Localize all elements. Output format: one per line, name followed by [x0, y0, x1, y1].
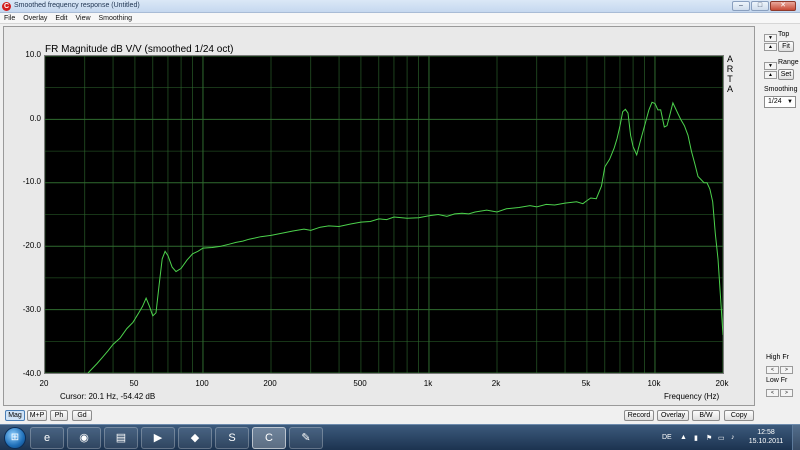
y-tick-label: -10.0: [22, 177, 41, 186]
arta-task-icon[interactable]: C: [252, 427, 286, 449]
phase-button[interactable]: Ph: [50, 410, 68, 421]
arta-label-letter: T: [727, 74, 733, 84]
menu-view[interactable]: View: [71, 13, 94, 23]
monitor-icon[interactable]: ▭: [718, 434, 725, 442]
x-tick-label: 500: [353, 379, 367, 388]
top-label: Top: [778, 31, 790, 38]
menu-overlay[interactable]: Overlay: [19, 13, 51, 23]
x-tick-label: 20: [39, 379, 49, 388]
internet-explorer-icon[interactable]: e: [30, 427, 64, 449]
y-tick-label: -40.0: [22, 369, 41, 378]
arta-label-letter: A: [726, 84, 733, 94]
x-tick-label: 100: [195, 379, 209, 388]
menu-bar: File Overlay Edit View Smoothing: [0, 13, 800, 24]
copy-button[interactable]: Copy: [724, 410, 754, 421]
mag-phase-button[interactable]: M+P: [27, 410, 47, 421]
range-label: Range: [778, 59, 799, 66]
media-player-icon[interactable]: ▶: [141, 427, 175, 449]
folder-icon[interactable]: ▤: [104, 427, 138, 449]
high-fr-label: High Fr: [766, 354, 789, 361]
clock-date: 15.10.2011: [748, 438, 784, 445]
volume-icon[interactable]: ♪: [731, 434, 735, 441]
flag-icon[interactable]: ⚑: [706, 434, 712, 442]
low-fr-left-button[interactable]: <: [766, 389, 779, 397]
x-tick-label: 1k: [423, 379, 433, 388]
language-indicator[interactable]: DE: [662, 434, 672, 441]
x-tick-label: 2k: [491, 379, 501, 388]
firefox-icon[interactable]: ◉: [67, 427, 101, 449]
clock-time: 12:58: [757, 429, 775, 436]
y-tick-label: -30.0: [22, 305, 41, 314]
arta-label-letter: R: [726, 64, 734, 74]
high-fr-right-button[interactable]: >: [780, 366, 793, 374]
y-tick-label: -20.0: [22, 241, 41, 250]
menu-smoothing[interactable]: Smoothing: [95, 13, 136, 23]
player-icon[interactable]: ◆: [178, 427, 212, 449]
plot-area[interactable]: [44, 55, 724, 374]
y-tick-label: 10.0: [25, 50, 41, 59]
clock[interactable]: 12:58 15.10.2011: [748, 428, 784, 446]
smoothing-select[interactable]: 1/24 ▼: [764, 96, 796, 108]
chart-title: FR Magnitude dB V/V (smoothed 1/24 oct): [45, 44, 234, 55]
y-tick-label: 0.0: [29, 114, 41, 123]
set-button[interactable]: Set: [778, 69, 794, 80]
window-controls: – □ ✕: [731, 1, 796, 11]
minimize-button[interactable]: –: [732, 1, 750, 11]
tray-arrow-icon[interactable]: ▲: [680, 434, 687, 441]
chevron-down-icon: ▼: [787, 99, 793, 105]
skype-icon[interactable]: S: [215, 427, 249, 449]
close-button[interactable]: ✕: [770, 1, 796, 11]
x-tick-label: 20k: [715, 379, 729, 388]
smoothing-value: 1/24: [768, 98, 782, 105]
low-fr-label: Low Fr: [766, 377, 788, 384]
top-down-button[interactable]: ▼: [764, 34, 777, 42]
series-line: [87, 101, 723, 373]
arta-label-letter: A: [726, 54, 733, 64]
range-up-button[interactable]: ▲: [764, 71, 777, 79]
record-button[interactable]: Record: [624, 410, 654, 421]
title-bar: C Smoothed frequency response (Untitled)…: [0, 0, 800, 13]
plot-panel: FR Magnitude dB V/V (smoothed 1/24 oct) …: [3, 26, 755, 406]
frequency-response-chart: [45, 56, 723, 373]
group-delay-button[interactable]: Gd: [72, 410, 92, 421]
bw-button[interactable]: B/W: [692, 410, 720, 421]
start-button[interactable]: ⊞: [4, 427, 26, 449]
window-title: Smoothed frequency response (Untitled): [14, 2, 140, 9]
fit-button[interactable]: Fit: [778, 41, 794, 52]
overlay-button[interactable]: Overlay: [657, 410, 689, 421]
show-desktop-button[interactable]: [792, 425, 800, 450]
app-window: C Smoothed frequency response (Untitled)…: [0, 0, 800, 450]
taskbar: ⊞ e ◉ ▤ ▶ ◆ S C ✎ DE ▲ ▮ ⚑ ▭ ♪ 12:58 15.…: [0, 424, 800, 450]
x-axis-label: Frequency (Hz): [664, 392, 720, 401]
menu-file[interactable]: File: [0, 13, 19, 23]
mag-button[interactable]: Mag: [5, 410, 25, 421]
x-tick-label: 5k: [581, 379, 591, 388]
arta-app-icon[interactable]: C: [2, 2, 11, 11]
x-tick-label: 50: [129, 379, 139, 388]
maximize-button[interactable]: □: [751, 1, 769, 11]
high-fr-left-button[interactable]: <: [766, 366, 779, 374]
cursor-readout: Cursor: 20.1 Hz, -54.42 dB: [60, 392, 156, 401]
low-fr-right-button[interactable]: >: [780, 389, 793, 397]
x-tick-label: 200: [263, 379, 277, 388]
x-tick-label: 10k: [647, 379, 661, 388]
menu-edit[interactable]: Edit: [51, 13, 71, 23]
smoothing-label: Smoothing: [764, 86, 798, 93]
range-down-button[interactable]: ▼: [764, 62, 777, 70]
top-up-button[interactable]: ▲: [764, 43, 777, 51]
paint-icon[interactable]: ✎: [289, 427, 323, 449]
network-icon[interactable]: ▮: [694, 434, 698, 442]
